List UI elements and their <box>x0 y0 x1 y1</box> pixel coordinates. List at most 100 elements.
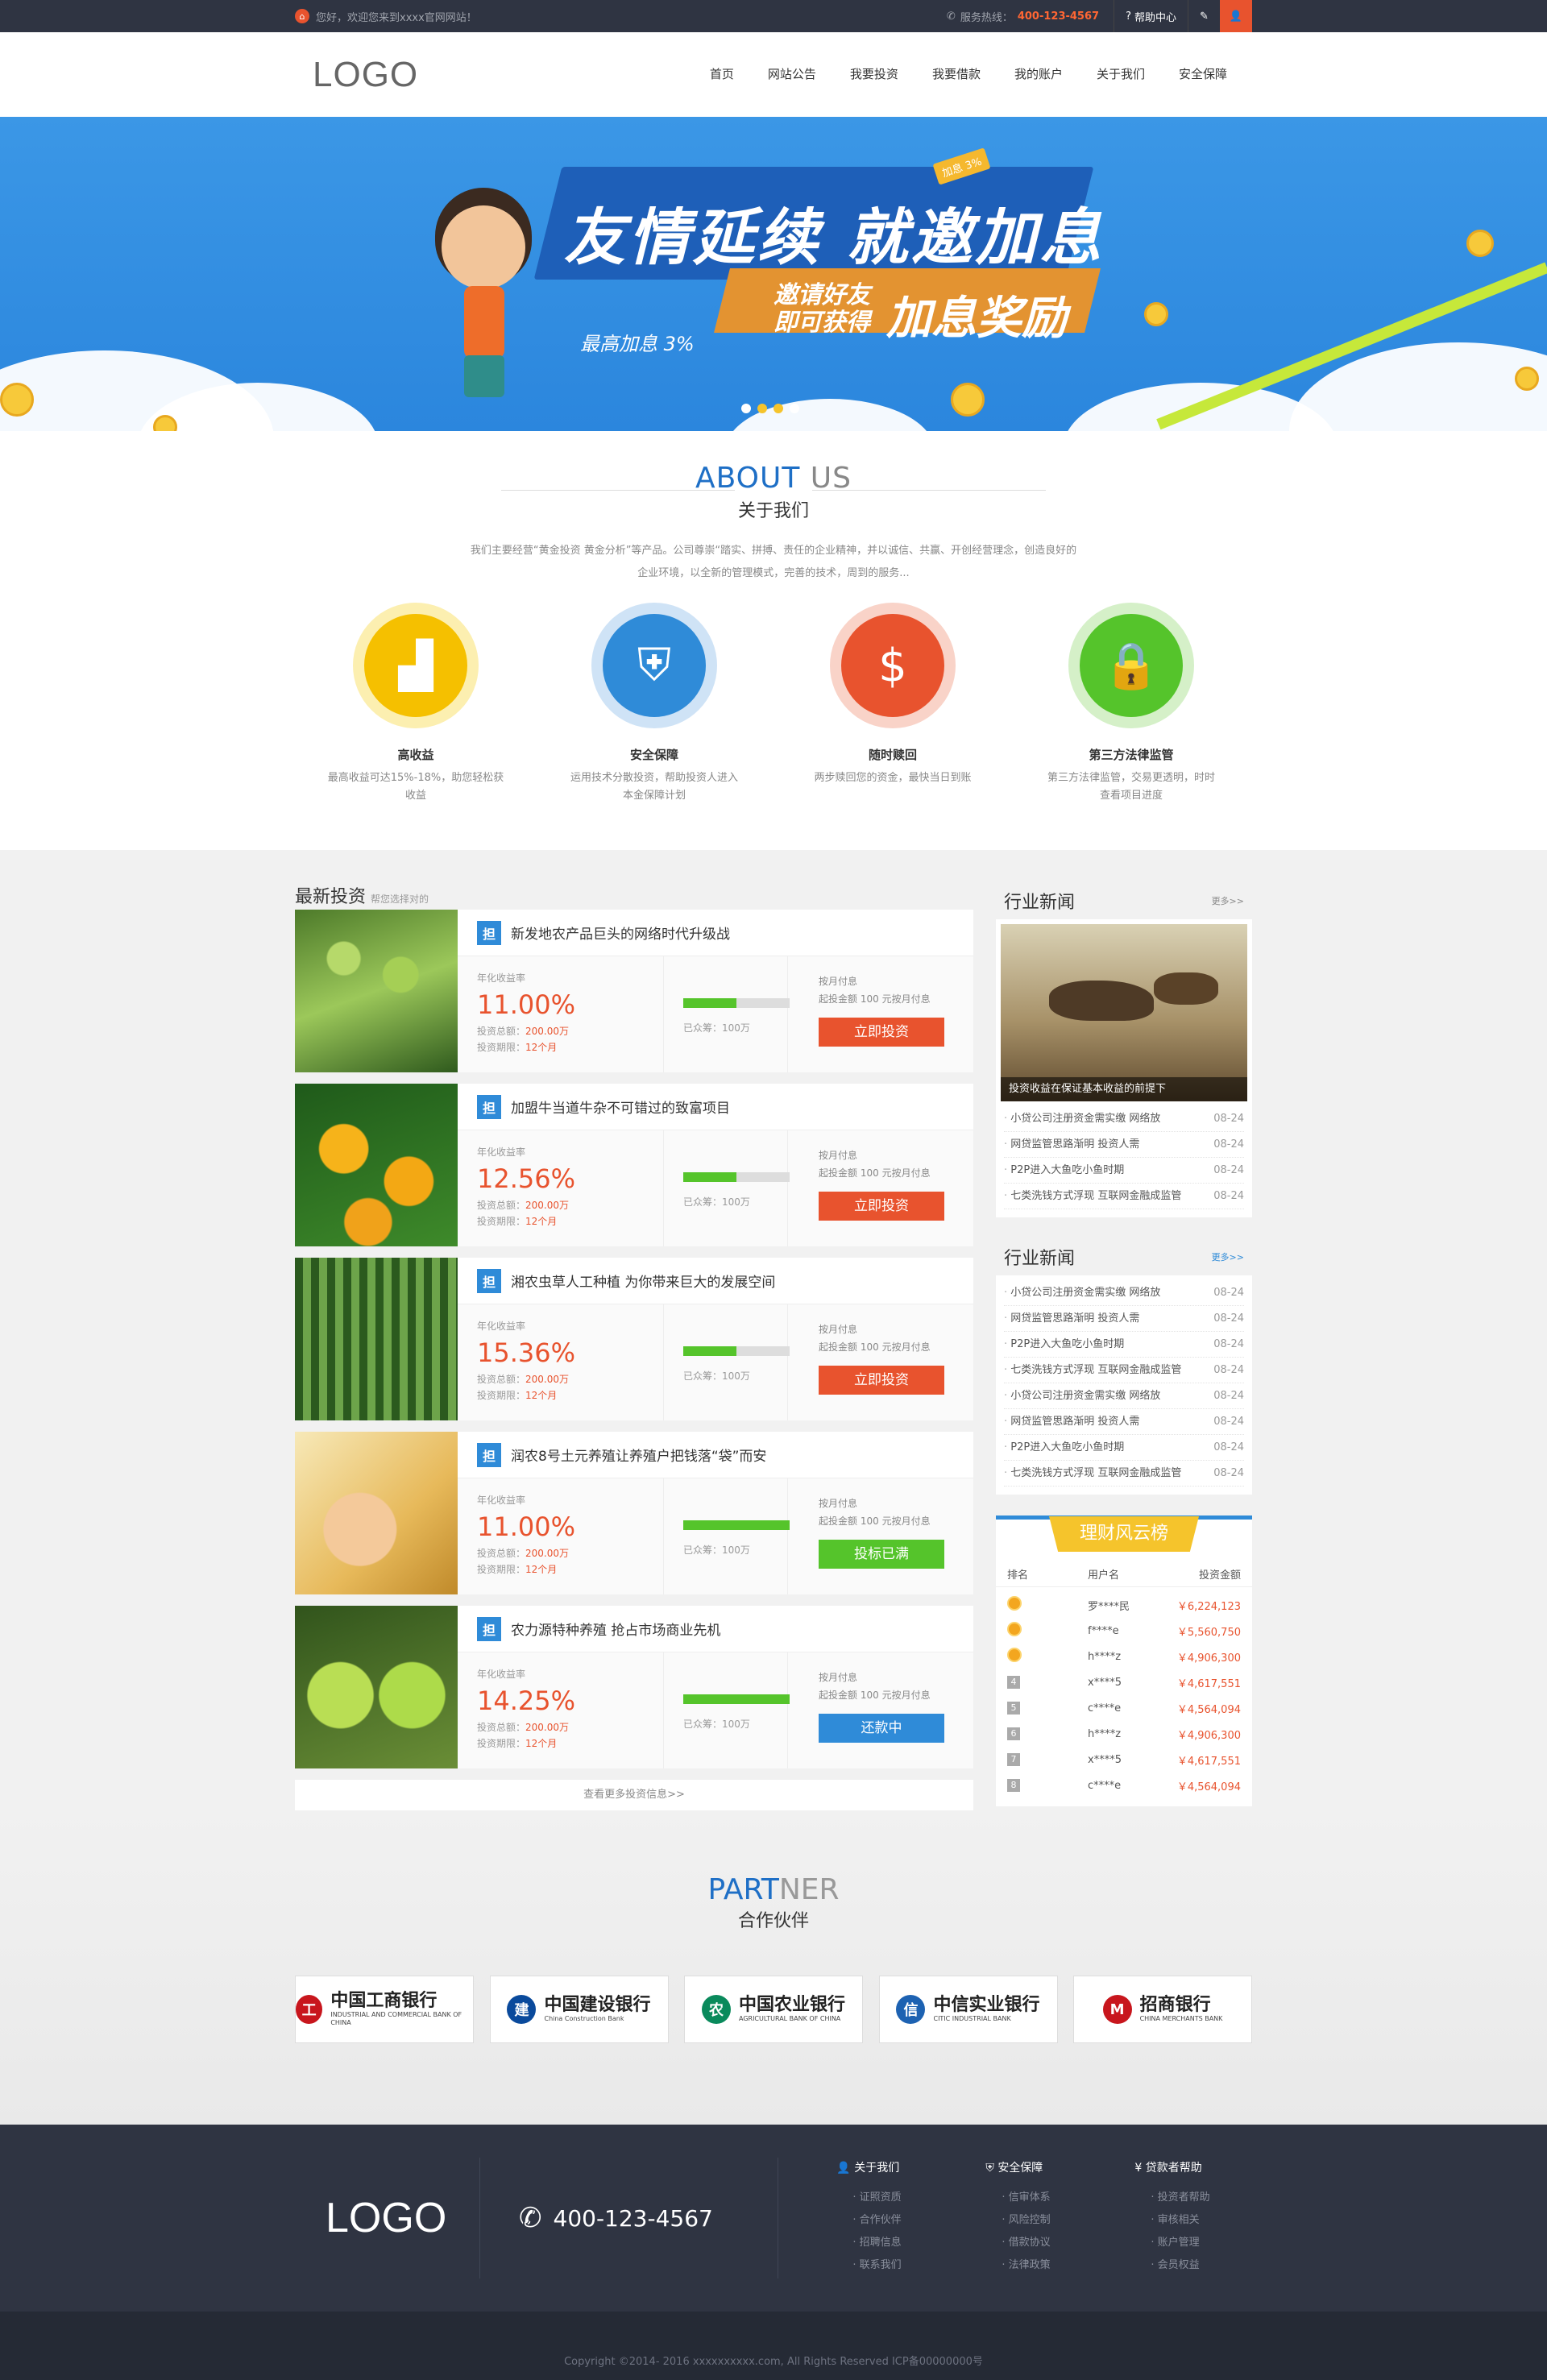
news-item[interactable]: P2P进入大鱼吃小鱼时期 08-24 <box>1004 1332 1244 1358</box>
nav-item-2[interactable]: 我要投资 <box>833 32 915 117</box>
invest-details: 年化收益率 11.00% 投资总额：200.00万 投资期限：12个月 已众筹：100万… <box>458 956 973 1072</box>
total-value: 200.00万 <box>525 1722 570 1733</box>
slide-dot[interactable] <box>757 404 767 413</box>
invest-title[interactable]: 湘农虫草人工种植 为你带来巨大的发展空间 <box>511 1271 775 1291</box>
news-item[interactable]: 小贷公司注册资金需实缴 网络放 08-24 <box>1004 1106 1244 1132</box>
divider <box>812 490 1046 491</box>
more-invest-link[interactable]: 查看更多投资信息>> <box>295 1780 973 1810</box>
invest-title[interactable]: 农力源特种养殖 抢占市场商业先机 <box>511 1619 720 1639</box>
ranking-amount: ￥5,560,750 <box>1176 1626 1241 1639</box>
invest-button[interactable]: 立即投资 <box>819 1192 944 1221</box>
rank-number: 8 <box>1007 1779 1020 1792</box>
news-date: 08-24 <box>1213 1312 1244 1325</box>
feature-desc: 运用技术分散投资，帮助投资人进入本金保障计划 <box>570 772 738 802</box>
invest-button[interactable]: 立即投资 <box>819 1366 944 1395</box>
nav-item-5[interactable]: 关于我们 <box>1080 32 1162 117</box>
footer-link[interactable]: · 账户管理 <box>1134 2232 1209 2254</box>
news-item[interactable]: 小贷公司注册资金需实缴 网络放 08-24 <box>1004 1280 1244 1306</box>
invest-button[interactable]: 还款中 <box>819 1714 944 1743</box>
news-item[interactable]: 七类洗钱方式浮现 互联网金融成监管 08-24 <box>1004 1461 1244 1486</box>
news-item[interactable]: P2P进入大鱼吃小鱼时期 08-24 <box>1004 1158 1244 1184</box>
footer-col-label: 安全保障 <box>997 2162 1043 2175</box>
news-item[interactable]: 七类洗钱方式浮现 互联网金融成监管 08-24 <box>1004 1358 1244 1383</box>
slide-dot[interactable] <box>774 404 783 413</box>
footer-link[interactable]: · 信审体系 <box>985 2187 1050 2209</box>
news-image[interactable]: 投资收益在保证基本收益的前提下 <box>1001 924 1247 1101</box>
bank-logo[interactable]: 工中国工商银行 INDUSTRIAL AND COMMERCIAL BANK OF… <box>295 1976 474 2043</box>
nav-item-0[interactable]: 首页 <box>693 32 751 117</box>
invest-title[interactable]: 新发地农产品巨头的网络时代升级战 <box>511 923 730 943</box>
news-list: 小贷公司注册资金需实缴 网络放08-24网贷监管思路渐明 投资人需08-24P2… <box>996 1101 1252 1217</box>
phone-icon: ✆ <box>946 10 956 23</box>
nav-item-1[interactable]: 网站公告 <box>751 32 833 117</box>
footer-link[interactable]: · 合作伙伴 <box>836 2209 901 2232</box>
news-item[interactable]: 网贷监管思路渐明 投资人需 08-24 <box>1004 1306 1244 1332</box>
guarantee-badge: 担 <box>477 1616 501 1641</box>
bank-logo[interactable]: 信中信实业银行 CITIC INDUSTRIAL BANK <box>878 1976 1058 2043</box>
news-date: 08-24 <box>1213 1113 1244 1125</box>
term-label: 投资期限： <box>477 1042 526 1053</box>
footer-link[interactable]: · 招聘信息 <box>836 2232 901 2254</box>
guarantee-badge: 担 <box>477 920 501 945</box>
bank-emblem-icon: 农 <box>701 1995 731 2024</box>
nav-item-4[interactable]: 我的账户 <box>997 32 1080 117</box>
footer-logo[interactable]: LOGO <box>295 2158 480 2278</box>
edit-icon[interactable]: ✎ <box>1188 0 1220 32</box>
news-item[interactable]: 网贷监管思路渐明 投资人需 08-24 <box>1004 1132 1244 1158</box>
divider <box>501 490 735 491</box>
help-center-label: 帮助中心 <box>1134 11 1176 24</box>
user-icon[interactable]: 👤 <box>1220 0 1252 32</box>
invest-button[interactable]: 投标已满 <box>819 1540 944 1569</box>
news-item[interactable]: P2P进入大鱼吃小鱼时期 08-24 <box>1004 1435 1244 1461</box>
invest-button[interactable]: 立即投资 <box>819 1018 944 1047</box>
nav-item-3[interactable]: 我要借款 <box>915 32 997 117</box>
nav-item-6[interactable]: 安全保障 <box>1162 32 1244 117</box>
trophy-icon <box>1007 1648 1022 1662</box>
footer-link[interactable]: · 风险控制 <box>985 2209 1050 2232</box>
footer-links: 👤 关于我们 · 证照资质 · 合作伙伴 · 招聘信息 · 联系我们 ⛨ 安全保障 · 信审… <box>778 2159 1252 2277</box>
footer-col-title: 👤 关于我们 <box>836 2159 901 2175</box>
news-item[interactable]: 小贷公司注册资金需实缴 网络放 08-24 <box>1004 1383 1244 1409</box>
footer-link[interactable]: · 证照资质 <box>836 2187 901 2209</box>
footer-link[interactable]: · 联系我们 <box>836 2254 901 2277</box>
invest-image[interactable] <box>295 910 458 1072</box>
total-value: 200.00万 <box>525 1200 570 1211</box>
invest-item: 担湘农虫草人工种植 为你带来巨大的发展空间 年化收益率 15.36% 投资总额：200… <box>295 1258 973 1420</box>
term: 投资期限：12个月 <box>477 1561 663 1578</box>
news-item[interactable]: 网贷监管思路渐明 投资人需 08-24 <box>1004 1409 1244 1435</box>
footer-link[interactable]: · 投资者帮助 <box>1134 2187 1209 2209</box>
news-text: 网贷监管思路渐明 投资人需 <box>1004 1409 1139 1434</box>
bank-logo[interactable]: M 招商银行 CHINA MERCHANTS BANK <box>1073 1976 1252 2043</box>
footer-link[interactable]: · 审核相关 <box>1134 2209 1209 2232</box>
footer-link[interactable]: · 会员权益 <box>1134 2254 1209 2277</box>
rank-number: 7 <box>1007 1753 1020 1766</box>
bank-logo[interactable]: 农中国农业银行 AGRICULTURAL BANK OF CHINA <box>684 1976 863 2043</box>
guarantee-badge: 担 <box>477 1442 501 1467</box>
home-icon[interactable]: ⌂ <box>295 9 309 23</box>
invest-image[interactable] <box>295 1606 458 1768</box>
invest-item: 担加盟牛当道牛杂不可错过的致富项目 年化收益率 12.56% 投资总额：200.00万… <box>295 1084 973 1246</box>
logo[interactable]: LOGO <box>313 55 418 95</box>
hero-banner[interactable]: 加息 3% 友情延续 就邀加息 最高加息 3% 邀请好友 即可获得 加息奖励 <box>0 117 1547 431</box>
bank-name: 中国建设银行 China Construction Bank <box>544 1996 650 2023</box>
slide-dot[interactable] <box>741 404 751 413</box>
ranking-list: 罗****民 ￥6,224,123 f****e ￥5,560,750 h****z ￥4… <box>996 1587 1252 1806</box>
invest-details: 年化收益率 11.00% 投资总额：200.00万 投资期限：12个月 已众筹：100万… <box>458 1478 973 1594</box>
footer-link[interactable]: · 借款协议 <box>985 2232 1050 2254</box>
invest-title[interactable]: 润农8号土元养殖让养殖户把钱落“袋”而安 <box>511 1445 766 1465</box>
slide-dot[interactable] <box>790 404 799 413</box>
start-value: 100 <box>857 1515 882 1527</box>
footer-link[interactable]: · 法律政策 <box>985 2254 1050 2277</box>
news-more-link[interactable]: 更多>> <box>1212 1250 1244 1263</box>
invest-image[interactable] <box>295 1432 458 1594</box>
invest-image[interactable] <box>295 1258 458 1420</box>
invest-image[interactable] <box>295 1084 458 1246</box>
invest-title[interactable]: 加盟牛当道牛杂不可错过的致富项目 <box>511 1097 730 1117</box>
news-more-link[interactable]: 更多>> <box>1212 894 1244 907</box>
total-label: 投资总额： <box>477 1722 526 1733</box>
news-item[interactable]: 七类洗钱方式浮现 互联网金融成监管 08-24 <box>1004 1184 1244 1209</box>
bank-logo[interactable]: 建中国建设银行 China Construction Bank <box>489 1976 669 2043</box>
feature-title: 第三方法律监管 <box>1089 748 1174 762</box>
help-center-link[interactable]: ? 帮助中心 <box>1114 0 1188 32</box>
coin-icon <box>1466 230 1494 257</box>
